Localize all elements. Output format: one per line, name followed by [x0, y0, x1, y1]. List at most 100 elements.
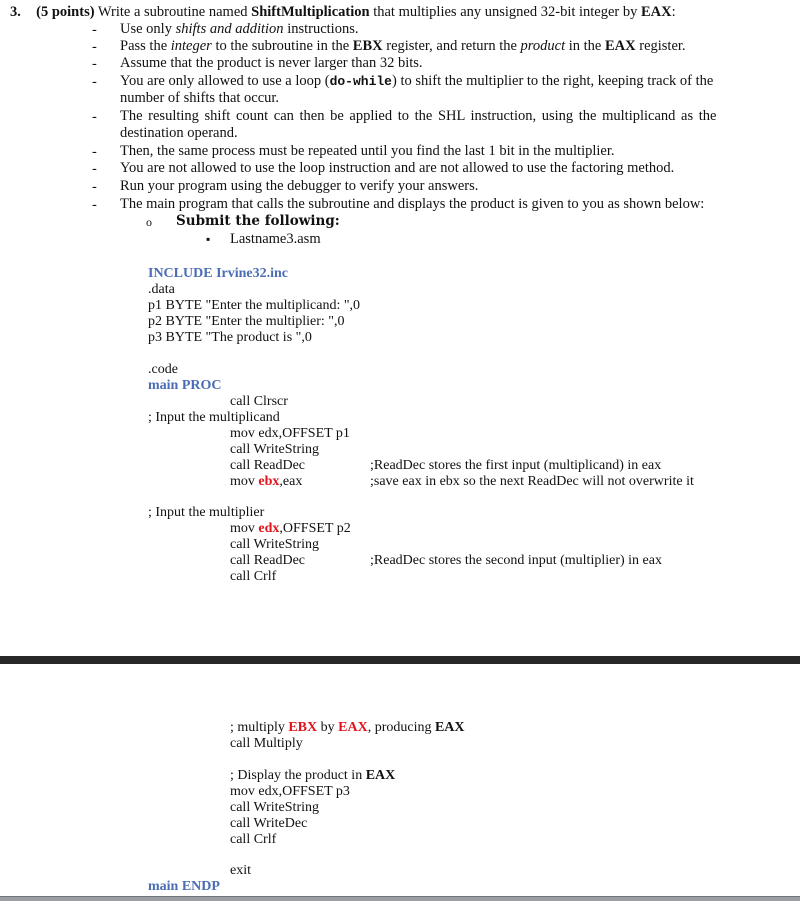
bullet-emphasis: integer: [170, 38, 212, 54]
code-code-section: .code: [148, 362, 178, 377]
submit-file-name: Lastname3.asm: [230, 231, 321, 247]
code-token: ,eax: [279, 474, 303, 489]
list-item: Use only shifts and addition instruction…: [120, 21, 358, 39]
bullet-dash: -: [92, 179, 97, 195]
code-comment-display: ; Display the product in EAX: [230, 767, 395, 784]
bullet-text: Run your program using the debugger to v…: [120, 178, 479, 194]
list-item: The resulting shift count can then be ap…: [120, 108, 716, 126]
code-read-dec-2: call ReadDec: [230, 553, 306, 568]
bullet-register: EAX: [604, 38, 636, 54]
bullet-dash: -: [92, 39, 97, 55]
list-item: Run your program using the debugger to v…: [120, 178, 478, 196]
code-exit: exit: [230, 863, 251, 878]
bullet-text: register, and return the: [382, 38, 521, 54]
question-points: (5 points): [36, 4, 95, 20]
bullet-dash: -: [92, 74, 97, 90]
bullet-text: The resulting shift count can then be ap…: [120, 108, 717, 124]
list-item: Assume that the product is never larger …: [120, 55, 423, 73]
list-item: You are only allowed to use a loop (do-w…: [120, 73, 713, 91]
question-number: 3.: [10, 4, 21, 20]
code-crlf-2: call Crlf: [230, 832, 277, 847]
bullet-dash: -: [92, 161, 97, 177]
code-write-string-1: call WriteString: [230, 442, 319, 457]
bullet-text: in the: [565, 38, 605, 54]
question-header: 3. (5 points) Write a subroutine named S…: [10, 4, 676, 21]
code-register-highlight: edx: [258, 521, 280, 536]
subroutine-name: ShiftMultiplication: [251, 4, 370, 20]
bullet-text: Then, the same process must be repeated …: [120, 143, 615, 159]
bullet-register: EBX: [352, 38, 383, 54]
question-intro-post: that multiplies any unsigned 32-bit inte…: [369, 4, 642, 20]
code-write-dec: call WriteDec: [230, 816, 308, 831]
code-token: ; Display the product in: [230, 768, 366, 783]
code-main-endp: main ENDP: [148, 879, 220, 894]
code-mov-edx-p2: mov edx,OFFSET p2: [230, 520, 351, 537]
bullet-text: to the subroutine in the: [211, 38, 353, 54]
code-data-section: .data: [148, 282, 175, 297]
bullet-dash: -: [92, 144, 97, 160]
bullet-text: ) to shift the multiplier to the right, …: [391, 73, 714, 89]
code-read-dec-1-comment: ;ReadDec stores the first input (multipl…: [370, 458, 662, 473]
bullet-dash: -: [92, 109, 97, 125]
submit-bullet-icon: o: [146, 215, 152, 229]
bullet-emphasis: product: [520, 38, 566, 54]
code-mov-ebx-comment: ;save eax in ebx so the next ReadDec wil…: [370, 474, 694, 489]
question-intro-reg: EAX: [641, 4, 672, 20]
code-token: mov: [230, 521, 259, 536]
bottom-toolbar-strip: [0, 896, 800, 901]
list-item-continuation: number of shifts that occur.: [120, 90, 279, 108]
question-intro-pre: Write a subroutine named: [94, 4, 252, 20]
code-register-bold: EAX: [434, 720, 465, 735]
code-p3: p3 BYTE "The product is ",0: [148, 330, 312, 345]
code-token: , producing: [367, 720, 435, 735]
bullet-text: destination operand.: [120, 125, 238, 141]
list-item-continuation: destination operand.: [120, 125, 238, 143]
bullet-keyword: do-while: [329, 74, 392, 89]
bullet-text: Pass the: [120, 38, 171, 54]
code-write-string-3: call WriteString: [230, 800, 319, 815]
code-token: ,OFFSET p2: [279, 521, 351, 536]
submit-label: Submit the following:: [176, 213, 340, 229]
bullet-text: The main program that calls the subrouti…: [120, 196, 705, 212]
list-item: Pass the integer to the subroutine in th…: [120, 38, 686, 56]
bullet-dash: -: [92, 22, 97, 38]
code-call-multiply: call Multiply: [230, 736, 303, 751]
code-p1: p1 BYTE "Enter the multiplicand: ",0: [148, 298, 361, 313]
code-comment-multiply: ; multiply EBX by EAX, producing EAX: [230, 719, 465, 736]
code-register-bold: EAX: [365, 768, 396, 783]
code-token: ; multiply: [230, 720, 289, 735]
bullet-text: Use only: [120, 21, 176, 37]
bullet-dash: -: [92, 56, 97, 72]
bullet-text: instructions.: [283, 21, 359, 37]
bullet-text: You are not allowed to use the loop inst…: [120, 160, 675, 176]
code-include: INCLUDE Irvine32.inc: [148, 266, 289, 281]
code-register-highlight: ebx: [258, 474, 280, 489]
code-p2: p2 BYTE "Enter the multiplier: ",0: [148, 314, 345, 329]
bullet-emphasis: shifts and addition: [175, 21, 284, 37]
code-register-highlight: EBX: [288, 720, 318, 735]
bullet-text: You are only allowed to use a loop (: [120, 73, 330, 89]
bullet-text: number of shifts that occur.: [120, 90, 280, 106]
code-main-proc: main PROC: [148, 378, 222, 393]
list-item: You are not allowed to use the loop inst…: [120, 160, 674, 178]
question-intro-end: :: [671, 4, 676, 20]
list-item: The main program that calls the subrouti…: [120, 196, 704, 214]
code-crlf-1: call Crlf: [230, 569, 277, 584]
code-token: mov: [230, 474, 259, 489]
code-write-string-2: call WriteString: [230, 537, 319, 552]
code-mov-edx-p1: mov edx,OFFSET p1: [230, 426, 350, 441]
code-mov-edx-p3: mov edx,OFFSET p3: [230, 784, 350, 799]
code-comment-input-multiplicand: ; Input the multiplicand: [148, 410, 280, 425]
list-item: Then, the same process must be repeated …: [120, 143, 615, 161]
code-clrscr: call Clrscr: [230, 394, 288, 409]
bullet-text: Assume that the product is never larger …: [120, 55, 423, 71]
code-token: by: [317, 720, 339, 735]
bullet-dash: -: [92, 197, 97, 213]
code-mov-ebx-eax: mov ebx,eax: [230, 473, 302, 490]
bullet-text: register.: [635, 38, 686, 54]
code-comment-input-multiplier: ; Input the multiplier: [148, 505, 265, 520]
page-break-divider: [0, 656, 800, 664]
code-register-highlight: EAX: [338, 720, 368, 735]
code-read-dec-1: call ReadDec: [230, 458, 306, 473]
code-read-dec-2-comment: ;ReadDec stores the second input (multip…: [370, 553, 662, 568]
